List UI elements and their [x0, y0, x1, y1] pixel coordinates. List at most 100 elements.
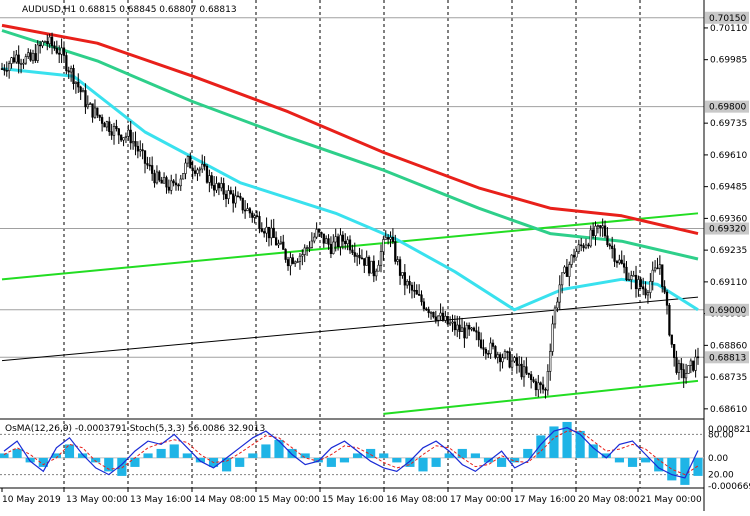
candle-body — [682, 369, 685, 379]
candle-body — [696, 356, 700, 359]
candle-body — [561, 272, 564, 286]
candle-body — [24, 56, 27, 64]
candle-body — [296, 261, 299, 263]
candle-body — [108, 121, 111, 132]
osma-bar — [588, 444, 598, 458]
candle-body — [205, 166, 209, 183]
candle-body — [43, 41, 47, 43]
candle-body — [594, 225, 597, 236]
candle-body — [227, 190, 230, 200]
candle-body — [274, 237, 278, 246]
candle-body — [420, 294, 423, 303]
candle-body — [372, 260, 375, 277]
candle-body — [601, 225, 604, 228]
candle-body — [213, 185, 216, 191]
candle-body — [36, 44, 39, 61]
candle-body — [239, 196, 242, 199]
candle-body — [248, 208, 252, 214]
candle-body — [482, 347, 485, 350]
candle-body — [313, 236, 316, 242]
candle-body — [503, 351, 507, 359]
candle-body — [105, 121, 109, 128]
time-tick-label: 15 May 00:00 — [258, 495, 320, 505]
candle-body — [165, 177, 168, 188]
osma-bar — [274, 439, 284, 458]
candle-body — [234, 195, 237, 204]
time-tick-label: 13 May 00:00 — [66, 495, 128, 505]
candle-body — [58, 52, 61, 55]
candle-body — [558, 284, 561, 303]
candle-body — [120, 134, 123, 141]
candle-body — [91, 103, 94, 118]
candle-body — [286, 259, 290, 267]
candle-body — [475, 330, 478, 333]
candle-body — [77, 81, 80, 88]
osma-bar — [339, 457, 350, 463]
candle-body — [251, 212, 254, 218]
candle-body — [370, 260, 373, 274]
candle-body — [689, 360, 692, 366]
candle-body — [217, 183, 221, 189]
candle-body — [444, 315, 447, 321]
osma-bar — [64, 444, 75, 458]
candle-body — [618, 259, 621, 264]
candle-body — [387, 237, 390, 240]
osma-bar — [392, 457, 402, 463]
candle-body — [589, 229, 592, 247]
candle-body — [201, 163, 204, 170]
candle-body — [458, 324, 461, 332]
candle-body — [27, 52, 30, 57]
price-tick-label: 0.70110 — [710, 24, 747, 34]
candle-body — [341, 234, 344, 242]
candle-body — [410, 284, 414, 291]
candle-body — [172, 180, 175, 184]
candle-body — [272, 227, 275, 238]
candle-body — [606, 235, 609, 246]
candle-body — [398, 259, 402, 276]
candle-body — [210, 175, 213, 186]
candle-body — [429, 311, 433, 314]
candle-body — [267, 226, 271, 239]
candle-body — [81, 90, 85, 93]
candle-body — [62, 47, 66, 56]
candle-body — [665, 291, 669, 306]
candle-body — [122, 137, 125, 141]
candle-body — [365, 256, 368, 266]
candle-body — [220, 183, 223, 189]
osma-bar — [497, 457, 507, 467]
candle-body — [572, 254, 576, 258]
candle-body — [491, 342, 495, 347]
time-tick-label: 20 May 08:00 — [578, 495, 640, 505]
candle-body — [222, 183, 225, 195]
osma-bar — [418, 457, 428, 472]
candle-body — [608, 244, 611, 247]
candle-body — [182, 173, 185, 180]
candle-body — [243, 209, 247, 212]
osma-bar — [235, 457, 245, 467]
candle-body — [484, 348, 487, 354]
candle-body — [434, 316, 437, 321]
candle-body — [625, 266, 628, 281]
candle-body — [479, 339, 483, 349]
candle-body — [339, 234, 342, 247]
candle-body — [584, 244, 588, 249]
candle-body — [391, 237, 395, 243]
candle-body — [50, 36, 54, 47]
candle-body — [470, 327, 473, 330]
price-tick-label: 0.68610 — [710, 405, 747, 415]
candle-body — [363, 258, 366, 266]
candle-body — [322, 233, 325, 244]
indicator-tick-label: -0.000669 — [708, 482, 750, 492]
candle-body — [155, 171, 159, 184]
candle-body — [0, 68, 4, 70]
osma-bar — [12, 448, 22, 458]
candle-body — [599, 225, 602, 228]
candle-body — [439, 312, 442, 317]
candle-body — [310, 240, 313, 248]
candle-body — [8, 63, 11, 72]
candle-body — [346, 239, 349, 245]
candle-body — [642, 286, 645, 290]
candle-body — [3, 68, 6, 71]
time-tick-label: 16 May 08:00 — [386, 495, 448, 505]
candle-body — [353, 252, 356, 257]
